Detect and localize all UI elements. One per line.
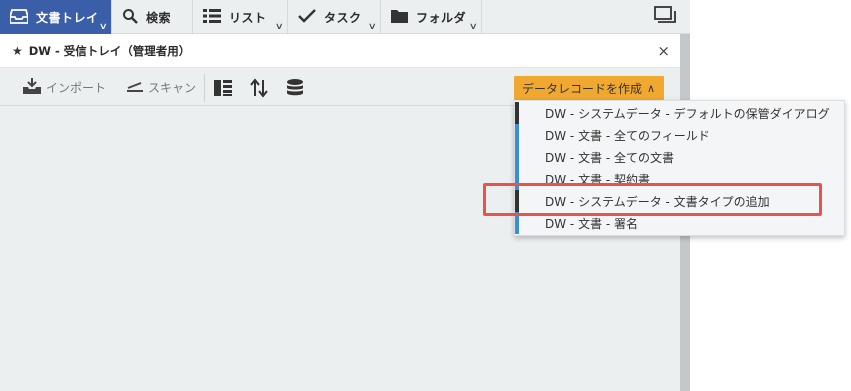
dropdown-item-label: DW - システムデータ - 文書タイプの追加 [545,194,770,209]
inbox-tray-icon [9,8,29,27]
check-icon [298,8,316,27]
window-restore-button[interactable] [648,4,682,30]
panel-title: DW - 受信トレイ（管理者用） [28,43,191,58]
dropdown-item[interactable]: DW - システムデータ - 文書タイプの追加 [515,190,844,212]
chevron-up-icon: ∧ [647,81,656,95]
import-button[interactable]: インポート [22,68,106,106]
tab-label: 検索 [146,10,172,25]
top-navigation: 文書トレイ ∨ 検索 リスト ∨ タスク ∨ フォルダ ∨ [0,0,690,34]
import-label: インポート [46,80,107,95]
dropdown-item[interactable]: DW - 文書 - 全ての文書 [515,146,844,168]
sort-icon[interactable] [248,77,270,99]
folder-icon [391,9,408,26]
window-restore-icon [654,6,676,28]
dropdown-item[interactable]: DW - 文書 - 署名 [515,212,844,234]
create-data-record-label: データレコードを作成 [522,81,643,96]
tab-list[interactable]: リスト ∨ [193,0,288,34]
tab-folder[interactable]: フォルダ ∨ [381,0,482,34]
chevron-down-icon[interactable]: ∨ [275,22,284,32]
scan-label: スキャン [148,80,197,95]
create-data-record-button[interactable]: データレコードを作成 ∧ [514,76,664,100]
tab-label: タスク [324,10,362,25]
list-icon [203,8,221,27]
search-icon [122,8,138,27]
dropdown-item[interactable]: DW - システムデータ - デフォルトの保管ダイアログ [515,102,844,124]
panel-header: ★ DW - 受信トレイ（管理者用） × [0,34,680,68]
item-color-bar [515,102,519,124]
dropdown-item-label: DW - システムデータ - デフォルトの保管ダイアログ [545,106,830,121]
tab-document-tray[interactable]: 文書トレイ ∨ [0,0,112,34]
tab-label: フォルダ [416,10,467,25]
item-color-bar [515,146,519,168]
create-record-dropdown: DW - システムデータ - デフォルトの保管ダイアログ DW - 文書 - 全… [514,100,845,236]
tab-label: リスト [229,10,267,25]
chevron-down-icon[interactable]: ∨ [99,22,108,32]
toolbar-divider [204,74,205,102]
star-icon[interactable]: ★ [12,44,23,58]
dropdown-item[interactable]: DW - 文書 - 全てのフィールド [515,124,844,146]
tab-task[interactable]: タスク ∨ [288,0,381,34]
chevron-down-icon[interactable]: ∨ [469,22,478,32]
chevron-down-icon[interactable]: ∨ [368,22,377,32]
item-color-bar [515,212,519,234]
close-icon[interactable]: × [657,42,670,60]
dropdown-item-label: DW - 文書 - 全てのフィールド [545,128,710,143]
dropdown-item-label: DW - 文書 - 署名 [545,216,639,231]
dropdown-item-label: DW - 文書 - 全ての文書 [545,150,675,165]
layout-panel-icon[interactable] [212,77,234,99]
item-color-bar [515,190,519,212]
import-tray-icon [22,77,42,98]
item-color-bar [515,124,519,146]
dropdown-item[interactable]: DW - 文書 - 契約書 [515,168,844,190]
scanner-icon [126,79,144,96]
database-icon[interactable] [284,77,306,99]
scan-button[interactable]: スキャン [126,68,196,106]
dropdown-item-label: DW - 文書 - 契約書 [545,172,651,187]
item-color-bar [515,168,519,190]
tab-search[interactable]: 検索 [112,0,193,34]
tab-label: 文書トレイ [36,10,99,25]
